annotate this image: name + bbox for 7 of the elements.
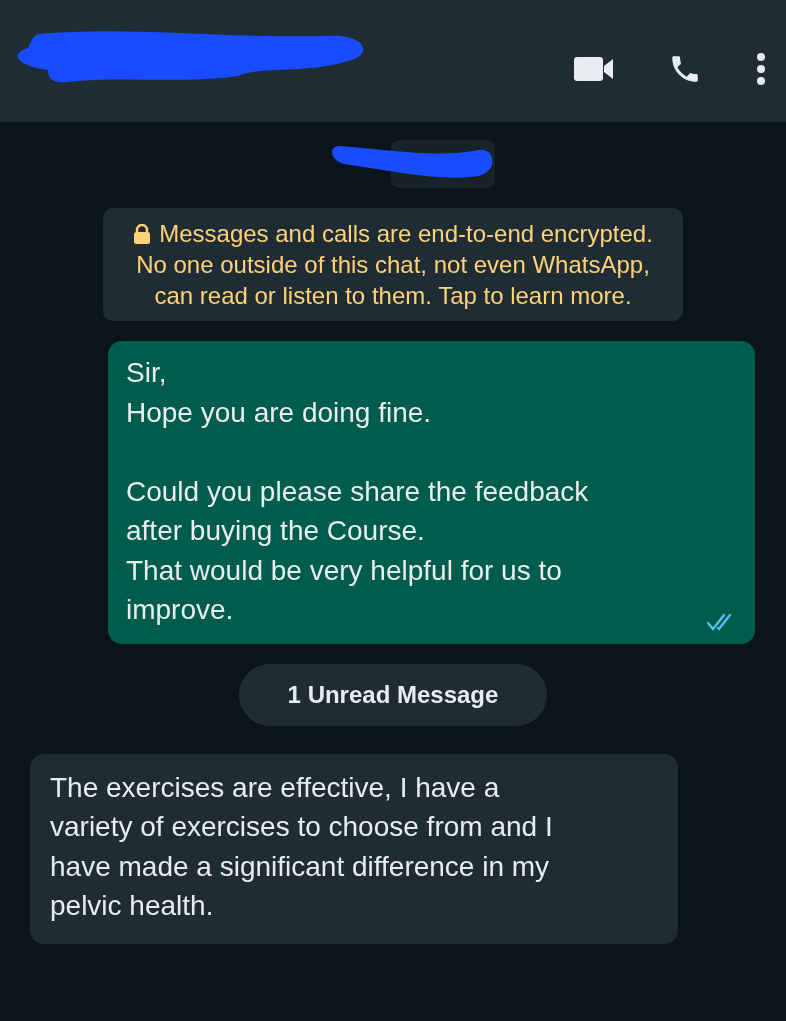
sent-message: Sir, Hope you are doing fine. Could you please share the feedback after buying the Course. That would be very helpful for us to improve. <box>108 341 755 644</box>
encryption-notice[interactable]: Messages and calls are end-to-end encrypted. No one outside of this chat, not even WhatsApp, can read or listen to them. Tap to learn more. <box>103 208 683 321</box>
received-message: The exercises are effective, I have a variety of exercises to choose from and I have made a significant difference in my pelvic health. <box>30 753 678 944</box>
video-camera-icon[interactable] <box>574 56 614 82</box>
lock-icon <box>133 224 152 244</box>
more-options-icon[interactable] <box>756 53 766 85</box>
unread-divider: 1 Unread Message <box>239 663 547 726</box>
